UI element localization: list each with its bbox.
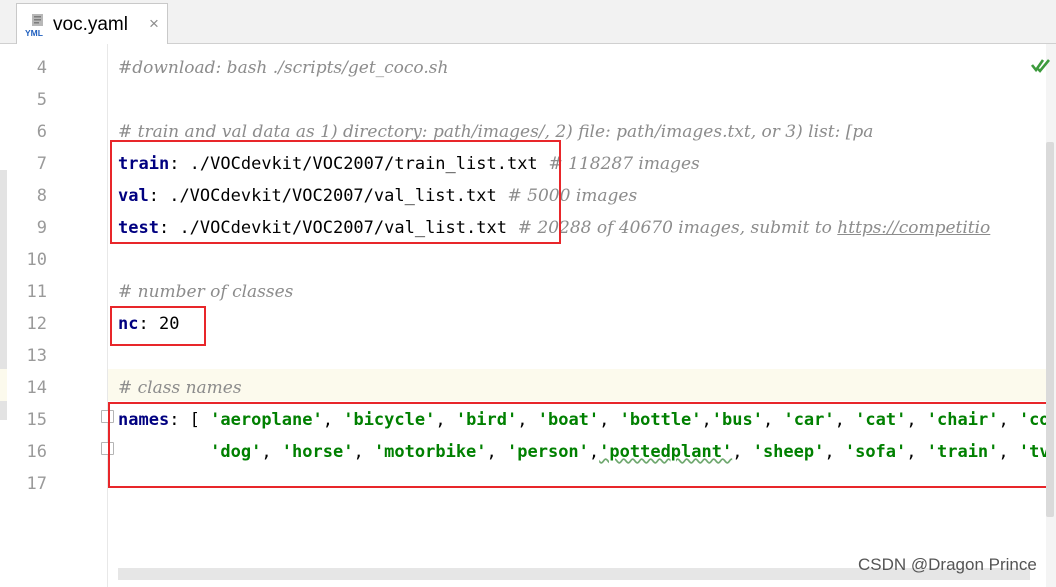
double-check-icon[interactable] [1030,54,1052,76]
code-line-11: # number of classes [118,276,293,308]
line-number: 13 [26,346,47,366]
vertical-scrollbar-thumb[interactable] [1046,142,1054,517]
tab-voc-yaml[interactable]: YML voc.yaml × [16,3,168,44]
watermark: CSDN @Dragon Prince [858,555,1037,574]
code-line-14: # class names [118,372,242,404]
line-number: 11 [26,282,47,302]
code-area[interactable]: #download: bash ./scripts/get_coco.sh # … [108,44,1056,587]
line-number: 14 [26,378,47,398]
tab-title: voc.yaml [53,14,128,35]
yaml-file-icon-label: YML [25,28,43,37]
line-number: 15 [26,410,47,430]
close-tab-icon[interactable]: × [145,14,163,34]
line-number-gutter: 4 5 6 7 8 9 10 11 12 13 14 15 16 17 [7,44,114,587]
editor-tab-bar: YML voc.yaml × [0,0,1056,44]
line-number: 8 [36,186,47,206]
yaml-file-icon: YML [25,14,43,37]
comment: #download: bash ./scripts/get_coco.sh [118,58,449,78]
line-number: 9 [36,218,47,238]
line-number: 5 [36,90,47,110]
comment: # number of classes [118,282,294,302]
line-number: 7 [36,154,47,174]
line-number: 10 [26,250,47,270]
annotation-box-paths [110,140,561,244]
line-number: 6 [36,122,47,142]
line-number: 4 [36,58,47,78]
line-number: 12 [26,314,47,334]
line-number: 17 [26,474,47,494]
comment: # train and val data as 1) directory: pa… [118,122,874,142]
line-number: 16 [26,442,47,462]
comment: # 118287 images [537,154,700,174]
code-editor[interactable]: 4 5 6 7 8 9 10 11 12 13 14 15 16 17 #dow… [0,44,1056,587]
annotation-box-names [108,402,1050,488]
code-line-4: #download: bash ./scripts/get_coco.sh [118,52,448,84]
annotation-box-nc [110,306,206,346]
comment-link[interactable]: https://competitio [837,218,990,238]
comment: # class names [118,378,242,398]
